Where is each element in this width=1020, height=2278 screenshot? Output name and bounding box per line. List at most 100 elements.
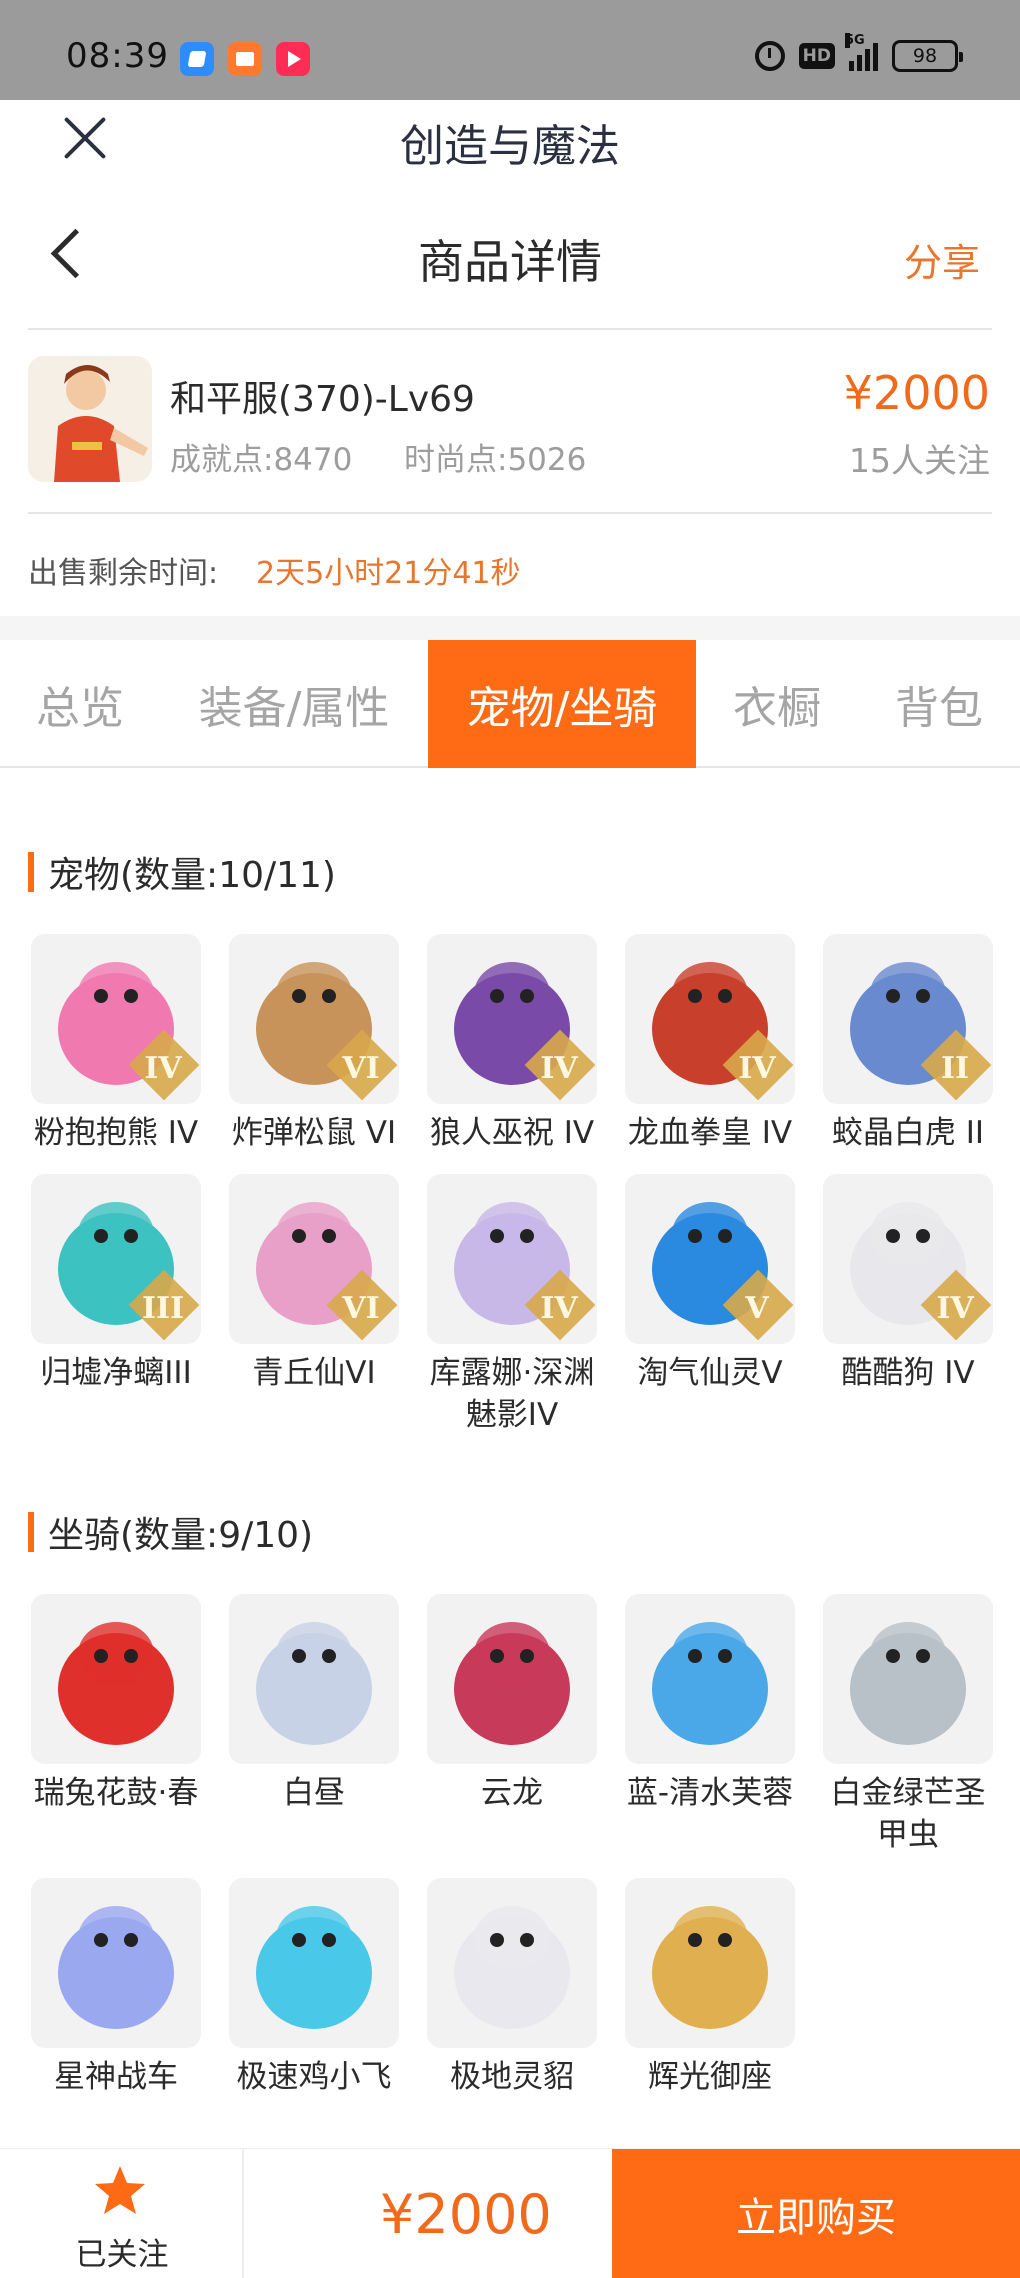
mount-item[interactable]: 云龙 [424, 1594, 600, 1814]
mount-item[interactable]: 极速鸡小飞 [226, 1878, 402, 2098]
mount-image [427, 1878, 597, 2048]
mount-item[interactable]: 星神战车 [28, 1878, 204, 2098]
pet-name: 酷酷狗 IV [841, 1355, 975, 1391]
rank-label: IV [540, 1051, 578, 1086]
rank-label: IV [144, 1051, 182, 1086]
pet-item[interactable]: IV 粉抱抱熊 IV [28, 934, 204, 1154]
remaining-time-value: 2天5小时21分41秒 [256, 556, 521, 591]
bottom-action-bar: 已关注 ¥2000 立即购买 [0, 2148, 1020, 2278]
pet-item[interactable]: VI 青丘仙VI [226, 1174, 402, 1394]
pet-image: II [823, 934, 993, 1104]
page-title: 商品详情 [418, 235, 602, 289]
battery-icon: 98 [892, 40, 963, 72]
mount-image [625, 1878, 795, 2048]
pet-item[interactable]: III 归墟净螭III [28, 1174, 204, 1394]
tab-equipment[interactable]: 装备/属性 [172, 640, 416, 768]
mount-image [823, 1594, 993, 1764]
rank-label: II [940, 1051, 970, 1086]
mount-image [31, 1878, 201, 2048]
mount-item[interactable]: 白金绿芒圣甲虫 [820, 1594, 996, 1856]
app-notification-icon [180, 42, 214, 76]
mounts-count: (数量:9/10) [120, 1515, 314, 1556]
mount-item[interactable]: 极地灵貂 [424, 1878, 600, 2098]
tab-overview[interactable]: 总览 [0, 640, 160, 768]
rank-label: V [745, 1291, 769, 1326]
pet-name: 龙血拳皇 IV [627, 1115, 793, 1151]
character-avatar [28, 356, 152, 482]
tab-wardrobe[interactable]: 衣橱 [700, 640, 854, 768]
share-button[interactable]: 分享 [904, 232, 980, 287]
tab-backpack[interactable]: 背包 [862, 640, 1016, 768]
pets-section-header: 宠物 (数量:10/11) [28, 846, 336, 898]
pet-item[interactable]: IV 龙血拳皇 IV [622, 934, 798, 1154]
pet-image: IV [625, 934, 795, 1104]
pet-image: VI [229, 934, 399, 1104]
product-price: ¥2000 [843, 366, 990, 420]
bottom-price: ¥2000 [380, 2183, 552, 2246]
rank-label: IV [936, 1291, 974, 1326]
pet-image: V [625, 1174, 795, 1344]
pet-image: IV [427, 1174, 597, 1344]
mount-name: 辉光御座 [648, 2059, 772, 2095]
mounts-title: 坐骑 [48, 1515, 121, 1556]
pet-image: IV [823, 1174, 993, 1344]
app-title: 创造与魔法 [400, 121, 620, 172]
buy-now-button[interactable]: 立即购买 [612, 2149, 1020, 2278]
mount-name: 极速鸡小飞 [236, 2059, 392, 2095]
pet-name: 粉抱抱熊 IV [33, 1115, 199, 1151]
mount-name: 白昼 [283, 1775, 345, 1811]
hd-icon: HD [798, 43, 835, 69]
mount-image [229, 1878, 399, 2048]
pet-item[interactable]: VI 炸弹松鼠 VI [226, 934, 402, 1154]
rank-label: IV [540, 1291, 578, 1326]
mount-item[interactable]: 蓝-清水芙蓉 [622, 1594, 798, 1814]
tab-pets-mounts[interactable]: 宠物/坐骑 [428, 640, 696, 768]
mount-name: 蓝-清水芙蓉 [626, 1775, 794, 1811]
achievement-points: 成就点:8470 [170, 442, 353, 478]
mount-image [31, 1594, 201, 1764]
mount-name: 云龙 [481, 1775, 543, 1811]
pet-image: VI [229, 1174, 399, 1344]
mount-image [625, 1594, 795, 1764]
pet-image: IV [31, 934, 201, 1104]
star-icon [95, 2166, 145, 2214]
rank-label: VI [342, 1051, 380, 1086]
signal-icon: 5G [845, 33, 878, 71]
network-type: 5G [845, 33, 865, 48]
remaining-time-label: 出售剩余时间: [28, 556, 219, 591]
pet-item[interactable]: IV 库露娜·深渊魅影IV [424, 1174, 600, 1436]
section-accent-bar [28, 852, 34, 892]
tab-bar: 总览 装备/属性 宠物/坐骑 衣橱 背包 [0, 640, 1020, 768]
mount-image [427, 1594, 597, 1764]
pets-count: (数量:10/11) [120, 855, 336, 896]
follower-count: 15人关注 [849, 441, 990, 480]
mount-item[interactable]: 瑞兔花鼓·春 [28, 1594, 204, 1814]
pet-name: 青丘仙VI [252, 1355, 376, 1391]
pet-name: 蛟晶白虎 II [831, 1115, 985, 1151]
section-separator [0, 616, 1020, 640]
mount-image [229, 1594, 399, 1764]
pet-name: 炸弹松鼠 VI [231, 1115, 397, 1151]
pet-name: 库露娜·深渊魅影IV [429, 1355, 595, 1433]
follow-button[interactable]: 已关注 [0, 2149, 244, 2278]
alarm-icon [754, 41, 785, 71]
mounts-section-header: 坐骑 (数量:9/10) [28, 1506, 313, 1558]
pets-title: 宠物 [48, 855, 121, 896]
fashion-points: 时尚点:5026 [404, 442, 587, 478]
section-accent-bar [28, 1512, 34, 1552]
pet-image: III [31, 1174, 201, 1344]
rank-label: IV [738, 1051, 776, 1086]
divider [28, 328, 992, 330]
mount-name: 瑞兔花鼓·春 [33, 1775, 199, 1811]
pet-item[interactable]: IV 酷酷狗 IV [820, 1174, 996, 1394]
pet-item[interactable]: IV 狼人巫祝 IV [424, 934, 600, 1154]
mount-item[interactable]: 辉光御座 [622, 1878, 798, 2098]
product-name: 和平服(370)-Lv69 [170, 379, 475, 420]
mount-name: 极地灵貂 [450, 2059, 574, 2095]
mount-name: 星神战车 [54, 2059, 178, 2095]
follow-label: 已关注 [75, 2237, 169, 2273]
pet-item[interactable]: II 蛟晶白虎 II [820, 934, 996, 1154]
status-time: 08:39 [66, 36, 169, 76]
mount-item[interactable]: 白昼 [226, 1594, 402, 1814]
pet-item[interactable]: V 淘气仙灵V [622, 1174, 798, 1394]
